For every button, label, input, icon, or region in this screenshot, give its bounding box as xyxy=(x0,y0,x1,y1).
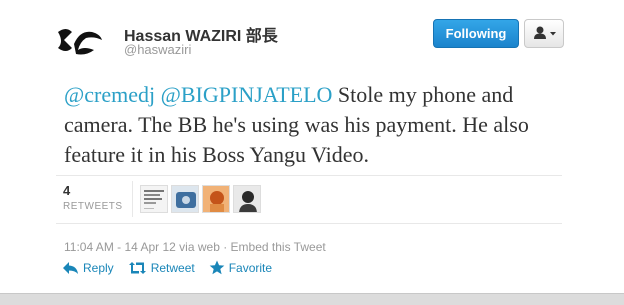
retweeter-avatars xyxy=(140,185,261,213)
retweeter-avatar[interactable] xyxy=(140,185,168,213)
favorite-button[interactable]: Favorite xyxy=(209,260,272,275)
retweeter-avatar-image xyxy=(172,186,198,212)
person-dropdown-icon xyxy=(534,26,556,39)
bottom-border xyxy=(0,293,624,305)
reply-label: Reply xyxy=(83,260,114,275)
retweeter-avatar-image xyxy=(234,186,260,212)
retweet-button[interactable]: Retweet xyxy=(128,260,195,275)
mention-link[interactable]: @BIGPINJATELO xyxy=(161,82,333,107)
retweet-label: Retweet xyxy=(150,260,195,275)
retweeter-avatar[interactable] xyxy=(233,185,261,213)
user-actions-dropdown-button[interactable] xyxy=(524,19,564,48)
user-handle[interactable]: @haswaziri xyxy=(124,42,191,57)
retweeter-avatar-image xyxy=(203,186,229,212)
reply-icon xyxy=(63,261,78,274)
retweet-count-label[interactable]: RETWEETS xyxy=(63,201,123,212)
retweet-icon xyxy=(128,261,146,274)
reply-button[interactable]: Reply xyxy=(62,260,114,275)
favorite-label: Favorite xyxy=(228,260,273,275)
tweet-actions: Reply Retweet Favorite xyxy=(62,260,272,275)
following-button[interactable]: Following xyxy=(433,19,519,48)
tweet-text: @cremedj @BIGPINJATELO Stole my phone an… xyxy=(64,80,584,170)
divider xyxy=(56,175,562,176)
star-icon xyxy=(209,260,225,275)
retweet-count[interactable]: 4 xyxy=(63,183,70,198)
stat-separator xyxy=(132,181,133,217)
divider xyxy=(56,223,562,224)
mention-link[interactable]: @cremedj xyxy=(64,82,155,107)
tweet-meta: 11:04 AM - 14 Apr 12 via web · Embed thi… xyxy=(64,240,326,254)
retweeter-avatar[interactable] xyxy=(171,185,199,213)
avatar[interactable] xyxy=(56,16,104,64)
retweeter-avatar[interactable] xyxy=(202,185,230,213)
avatar-logo-icon xyxy=(58,29,102,55)
retweeter-avatar-image xyxy=(141,186,167,212)
